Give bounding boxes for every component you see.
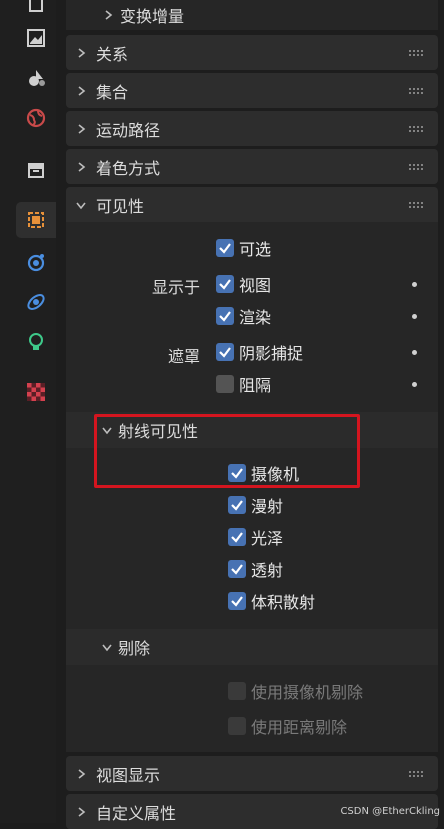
physics-icon [25, 291, 47, 313]
motion-paths-panel-header[interactable]: 运动路径 [66, 111, 438, 146]
viewports-checkbox[interactable]: 视图 [216, 271, 271, 297]
checkmark-icon [228, 560, 246, 578]
holdout-checkbox[interactable]: 阻隔 [216, 371, 271, 397]
scene-tab[interactable] [16, 60, 56, 96]
annotation-highlight-box [94, 414, 360, 488]
keyframe-dot-icon[interactable] [412, 350, 417, 355]
world-icon [25, 107, 47, 129]
scene-icon [25, 67, 47, 89]
checker-icon [25, 381, 47, 403]
culling-subpanel-header[interactable]: 剔除 [66, 629, 438, 665]
drag-handle-icon[interactable] [408, 200, 424, 209]
viewport-display-panel-header[interactable]: 视图显示 [66, 756, 438, 791]
watermark: CSDN @EtherCkling [340, 806, 440, 817]
world-tab[interactable] [16, 100, 56, 136]
checkmark-icon [228, 592, 246, 610]
chevron-right-icon [66, 806, 96, 818]
transmission-ray-checkbox[interactable]: 透射 [228, 556, 283, 582]
chevron-down-icon [66, 199, 96, 211]
chevron-right-icon [66, 47, 96, 59]
motion-paths-title: 运动路径 [96, 120, 161, 140]
chevron-right-icon [66, 161, 96, 173]
collection-box-icon [25, 159, 47, 181]
volume-scatter-ray-checkbox[interactable]: 体积散射 [228, 588, 315, 614]
texture-tab[interactable] [16, 374, 56, 410]
drag-handle-icon[interactable] [408, 162, 424, 171]
drag-handle-icon[interactable] [408, 86, 424, 95]
checkmark-icon [228, 528, 246, 546]
use-camera-cull-checkbox[interactable]: 使用摄像机剔除 [228, 678, 363, 704]
relations-panel-header[interactable]: 关系 [66, 35, 438, 70]
shading-title: 着色方式 [96, 158, 161, 178]
constraints-tab[interactable] [16, 324, 56, 360]
transform-delta-label: 变换增量 [120, 7, 185, 26]
keyframe-dot-icon[interactable] [412, 282, 417, 287]
checkmark-icon [216, 307, 234, 325]
image-icon [25, 27, 47, 49]
physics-tab[interactable] [16, 284, 56, 320]
drag-handle-icon[interactable] [408, 124, 424, 133]
renders-checkbox[interactable]: 渲染 [216, 303, 271, 329]
unchecked-box-icon [228, 682, 246, 700]
drag-handle-icon[interactable] [408, 769, 424, 778]
diffuse-ray-checkbox[interactable]: 漫射 [228, 492, 283, 518]
relations-title: 关系 [96, 44, 129, 64]
chevron-right-icon [66, 85, 96, 97]
show-in-label: 显示于 [151, 278, 200, 297]
chevron-right-icon [66, 768, 96, 780]
unchecked-box-icon [228, 717, 246, 735]
object-icon [25, 209, 47, 231]
visibility-panel-header[interactable]: 可见性 [66, 187, 438, 222]
collections-title: 集合 [96, 82, 129, 102]
transform-delta-subpanel[interactable]: 变换增量 [66, 0, 438, 30]
chevron-right-icon [66, 123, 96, 135]
properties-tab-strip [0, 0, 56, 823]
shading-panel-header[interactable]: 着色方式 [66, 149, 438, 184]
collection-tab[interactable] [16, 152, 56, 188]
object-tab[interactable] [16, 202, 56, 238]
object-properties-panel: 变换增量 关系 集合 运动路径 着色方式 可见性 可选 显示于 视图 渲染 遮罩… [56, 0, 444, 829]
viewport-display-title: 视图显示 [96, 765, 161, 785]
chevron-right-icon [96, 9, 120, 21]
checkmark-icon [216, 343, 234, 361]
keyframe-dot-icon[interactable] [412, 382, 417, 387]
collections-panel-header[interactable]: 集合 [66, 73, 438, 108]
drag-handle-icon[interactable] [408, 48, 424, 57]
culling-title: 剔除 [118, 639, 151, 658]
use-distance-cull-checkbox[interactable]: 使用距离剔除 [228, 713, 347, 739]
checkmark-icon [228, 496, 246, 514]
modifier-tab[interactable] [16, 244, 56, 280]
shadow-catcher-checkbox[interactable]: 阴影捕捉 [216, 339, 303, 365]
visibility-title: 可见性 [96, 196, 145, 216]
lightbulb-icon [25, 331, 47, 353]
particles-icon [25, 251, 47, 273]
checkmark-icon [216, 275, 234, 293]
checkmark-icon [216, 239, 234, 257]
selectable-checkbox[interactable]: 可选 [216, 235, 271, 261]
keyframe-dot-icon[interactable] [412, 314, 417, 319]
glossy-ray-checkbox[interactable]: 光泽 [228, 524, 283, 550]
unchecked-box-icon [216, 375, 234, 393]
chevron-down-icon [96, 641, 118, 653]
mask-label: 遮罩 [167, 347, 200, 366]
tool-icon [26, 0, 46, 16]
render-tab[interactable] [16, 20, 56, 56]
